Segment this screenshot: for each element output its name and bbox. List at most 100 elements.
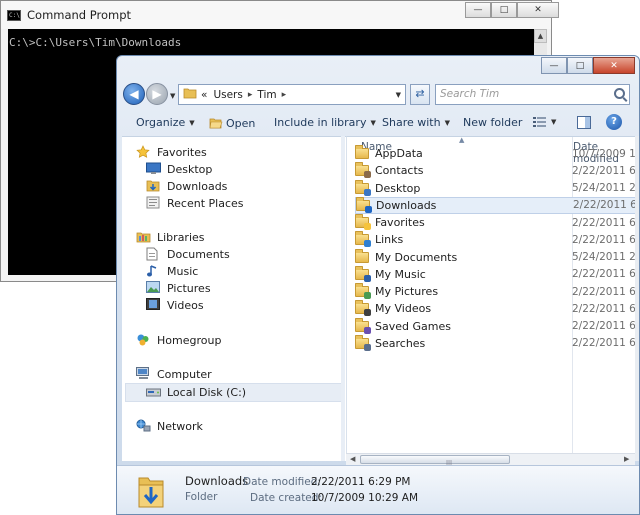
file-name-cell: My Documents bbox=[355, 248, 550, 264]
details-date-modified-value: 2/22/2011 6:29 PM bbox=[311, 476, 411, 488]
details-date-modified-label: Date modified: bbox=[243, 476, 321, 488]
nav-desktop[interactable]: Desktop bbox=[146, 162, 212, 176]
nav-local-disk[interactable]: Local Disk (C:) bbox=[125, 383, 343, 402]
cmd-close-button[interactable]: ✕ bbox=[517, 2, 559, 18]
nav-recent-places-label: Recent Places bbox=[167, 196, 244, 210]
folder-icon bbox=[355, 162, 371, 179]
file-row[interactable]: Favorites 2/22/2011 6:29 bbox=[355, 214, 639, 231]
share-with-button[interactable]: Share with ▼ bbox=[382, 116, 450, 129]
include-in-library-button[interactable]: Include in library ▼ bbox=[274, 116, 376, 129]
libraries-icon bbox=[136, 230, 152, 244]
explorer-minimize-button[interactable]: — bbox=[541, 57, 567, 74]
address-overflow-chevron[interactable]: « bbox=[201, 89, 207, 101]
folder-icon bbox=[355, 145, 369, 159]
back-arrow-icon[interactable]: ◀ bbox=[123, 83, 145, 105]
file-row[interactable]: Saved Games 2/22/2011 6:29 bbox=[355, 317, 639, 335]
file-row[interactable]: My Music 2/22/2011 6:29 bbox=[355, 265, 639, 283]
file-date-modified: 2/22/2011 6:29 bbox=[572, 320, 639, 332]
chevron-down-icon: ▼ bbox=[551, 118, 557, 126]
file-name-cell: Downloads bbox=[356, 196, 551, 213]
nav-homegroup[interactable]: Homegroup bbox=[136, 333, 221, 347]
search-icon[interactable] bbox=[614, 88, 625, 99]
address-dropdown-icon[interactable]: ▼ bbox=[396, 91, 401, 99]
file-list-pane[interactable]: ▲ Name Date modified AppData10/7/2009 10… bbox=[346, 136, 639, 462]
cmd-title-bar[interactable]: C:\ Command Prompt — □ ✕ bbox=[1, 1, 559, 29]
file-row[interactable]: Desktop 5/24/2011 2:42 bbox=[355, 179, 639, 197]
file-list-vertical-scrollbar[interactable] bbox=[635, 136, 639, 461]
details-item-name: Downloads bbox=[185, 474, 249, 488]
address-bar[interactable]: « Users ▸ Tim ▸ ▼ bbox=[178, 84, 406, 105]
file-name-cell: AppData bbox=[355, 145, 550, 160]
folder-badge-icon bbox=[364, 326, 371, 334]
chevron-down-icon: ▼ bbox=[444, 118, 450, 127]
nav-libraries[interactable]: Libraries bbox=[136, 230, 205, 244]
explorer-window[interactable]: — □ ✕ ◀ ▶ ▼ « Users ▸ Tim ▸ ▼ ⇄ Search T… bbox=[116, 55, 640, 515]
nav-pictures-label: Pictures bbox=[167, 281, 211, 295]
navigation-pane-splitter[interactable] bbox=[341, 136, 345, 461]
file-row[interactable]: My Pictures 2/22/2011 6:29 bbox=[355, 283, 639, 300]
refresh-icon[interactable]: ⇄ bbox=[410, 84, 430, 105]
file-name-cell: My Music bbox=[355, 265, 550, 282]
open-folder-icon bbox=[209, 116, 223, 130]
preview-pane-button[interactable] bbox=[577, 116, 591, 129]
breadcrumb-tim[interactable]: Tim bbox=[257, 89, 276, 101]
nav-local-disk-label: Local Disk (C:) bbox=[167, 386, 247, 399]
open-button[interactable]: Open bbox=[209, 116, 255, 130]
folder-icon bbox=[355, 231, 371, 248]
scroll-right-icon[interactable]: ▶ bbox=[624, 455, 629, 463]
cmd-minimize-button[interactable]: — bbox=[465, 2, 491, 18]
help-icon[interactable]: ? bbox=[606, 114, 622, 130]
file-date-modified: 2/22/2011 6:29 bbox=[572, 302, 639, 315]
nav-downloads[interactable]: Downloads bbox=[146, 179, 227, 193]
breadcrumb-separator-icon[interactable]: ▸ bbox=[248, 90, 253, 100]
folder-badge-icon bbox=[364, 171, 371, 179]
new-folder-button[interactable]: New folder bbox=[463, 116, 522, 129]
change-view-button[interactable]: ▼ bbox=[533, 116, 556, 128]
nav-videos-label: Videos bbox=[167, 298, 204, 312]
file-row[interactable]: AppData 10/7/2009 10:2 bbox=[355, 145, 639, 162]
nav-videos[interactable]: Videos bbox=[146, 298, 204, 312]
include-in-library-label: Include in library bbox=[274, 116, 367, 129]
navigation-pane[interactable]: Favorites Desktop Downloads Recent Place… bbox=[122, 136, 346, 461]
file-date-modified: 2/22/2011 6:29 bbox=[572, 285, 639, 298]
details-date-created-value: 10/7/2009 10:29 AM bbox=[311, 492, 419, 504]
file-row[interactable]: My Videos 2/22/2011 6:29 bbox=[355, 300, 639, 317]
breadcrumb-separator-icon[interactable]: ▸ bbox=[282, 90, 287, 100]
cmd-maximize-button[interactable]: □ bbox=[491, 2, 517, 18]
file-name: AppData bbox=[375, 147, 423, 160]
organize-button[interactable]: Organize ▼ bbox=[136, 116, 195, 129]
nav-network[interactable]: Network bbox=[136, 419, 203, 433]
network-icon bbox=[136, 419, 152, 433]
nav-documents[interactable]: Documents bbox=[146, 247, 230, 261]
nav-libraries-label: Libraries bbox=[157, 230, 205, 244]
nav-computer[interactable]: Computer bbox=[136, 367, 212, 381]
command-toolbar: Organize ▼ Open Include in library ▼ Share… bbox=[117, 112, 639, 135]
file-name: Searches bbox=[375, 336, 426, 350]
folder-icon bbox=[355, 283, 371, 299]
explorer-close-button[interactable]: ✕ bbox=[593, 57, 635, 74]
nav-favorites[interactable]: Favorites bbox=[136, 145, 207, 159]
file-date-modified: 2/22/2011 6:29 bbox=[573, 199, 639, 212]
nav-music[interactable]: Music bbox=[146, 264, 198, 278]
breadcrumb-users[interactable]: Users bbox=[213, 89, 242, 101]
explorer-maximize-button[interactable]: □ bbox=[567, 57, 593, 74]
horizontal-scroll-thumb[interactable]: ||| bbox=[360, 455, 510, 467]
nav-pictures[interactable]: Pictures bbox=[146, 281, 211, 295]
file-name: Contacts bbox=[375, 164, 424, 178]
forward-arrow-icon[interactable]: ▶ bbox=[146, 83, 168, 105]
recent-pages-dropdown-icon[interactable]: ▼ bbox=[170, 92, 175, 100]
file-name: My Videos bbox=[375, 302, 432, 316]
scroll-left-icon[interactable]: ◀ bbox=[350, 455, 355, 463]
scroll-up-icon[interactable]: ▲ bbox=[534, 29, 547, 43]
search-input[interactable]: Search Tim bbox=[435, 84, 630, 105]
file-row[interactable]: My Documents 5/24/2011 2:45 bbox=[355, 248, 639, 266]
file-row[interactable]: Downloads 2/22/2011 6:29 bbox=[355, 196, 639, 214]
file-row[interactable]: Links 2/22/2011 6:29 bbox=[355, 231, 639, 248]
file-list-horizontal-scrollbar[interactable]: ◀ ||| ▶ bbox=[346, 453, 635, 467]
sort-ascending-icon: ▲ bbox=[459, 136, 465, 144]
file-row[interactable]: Contacts 2/22/2011 6:29 bbox=[355, 162, 639, 179]
file-row[interactable]: Searches 2/22/2011 6:29 bbox=[355, 334, 639, 352]
nav-music-label: Music bbox=[167, 264, 199, 278]
preview-pane-icon bbox=[577, 116, 591, 129]
nav-recent-places[interactable]: Recent Places bbox=[146, 196, 244, 210]
